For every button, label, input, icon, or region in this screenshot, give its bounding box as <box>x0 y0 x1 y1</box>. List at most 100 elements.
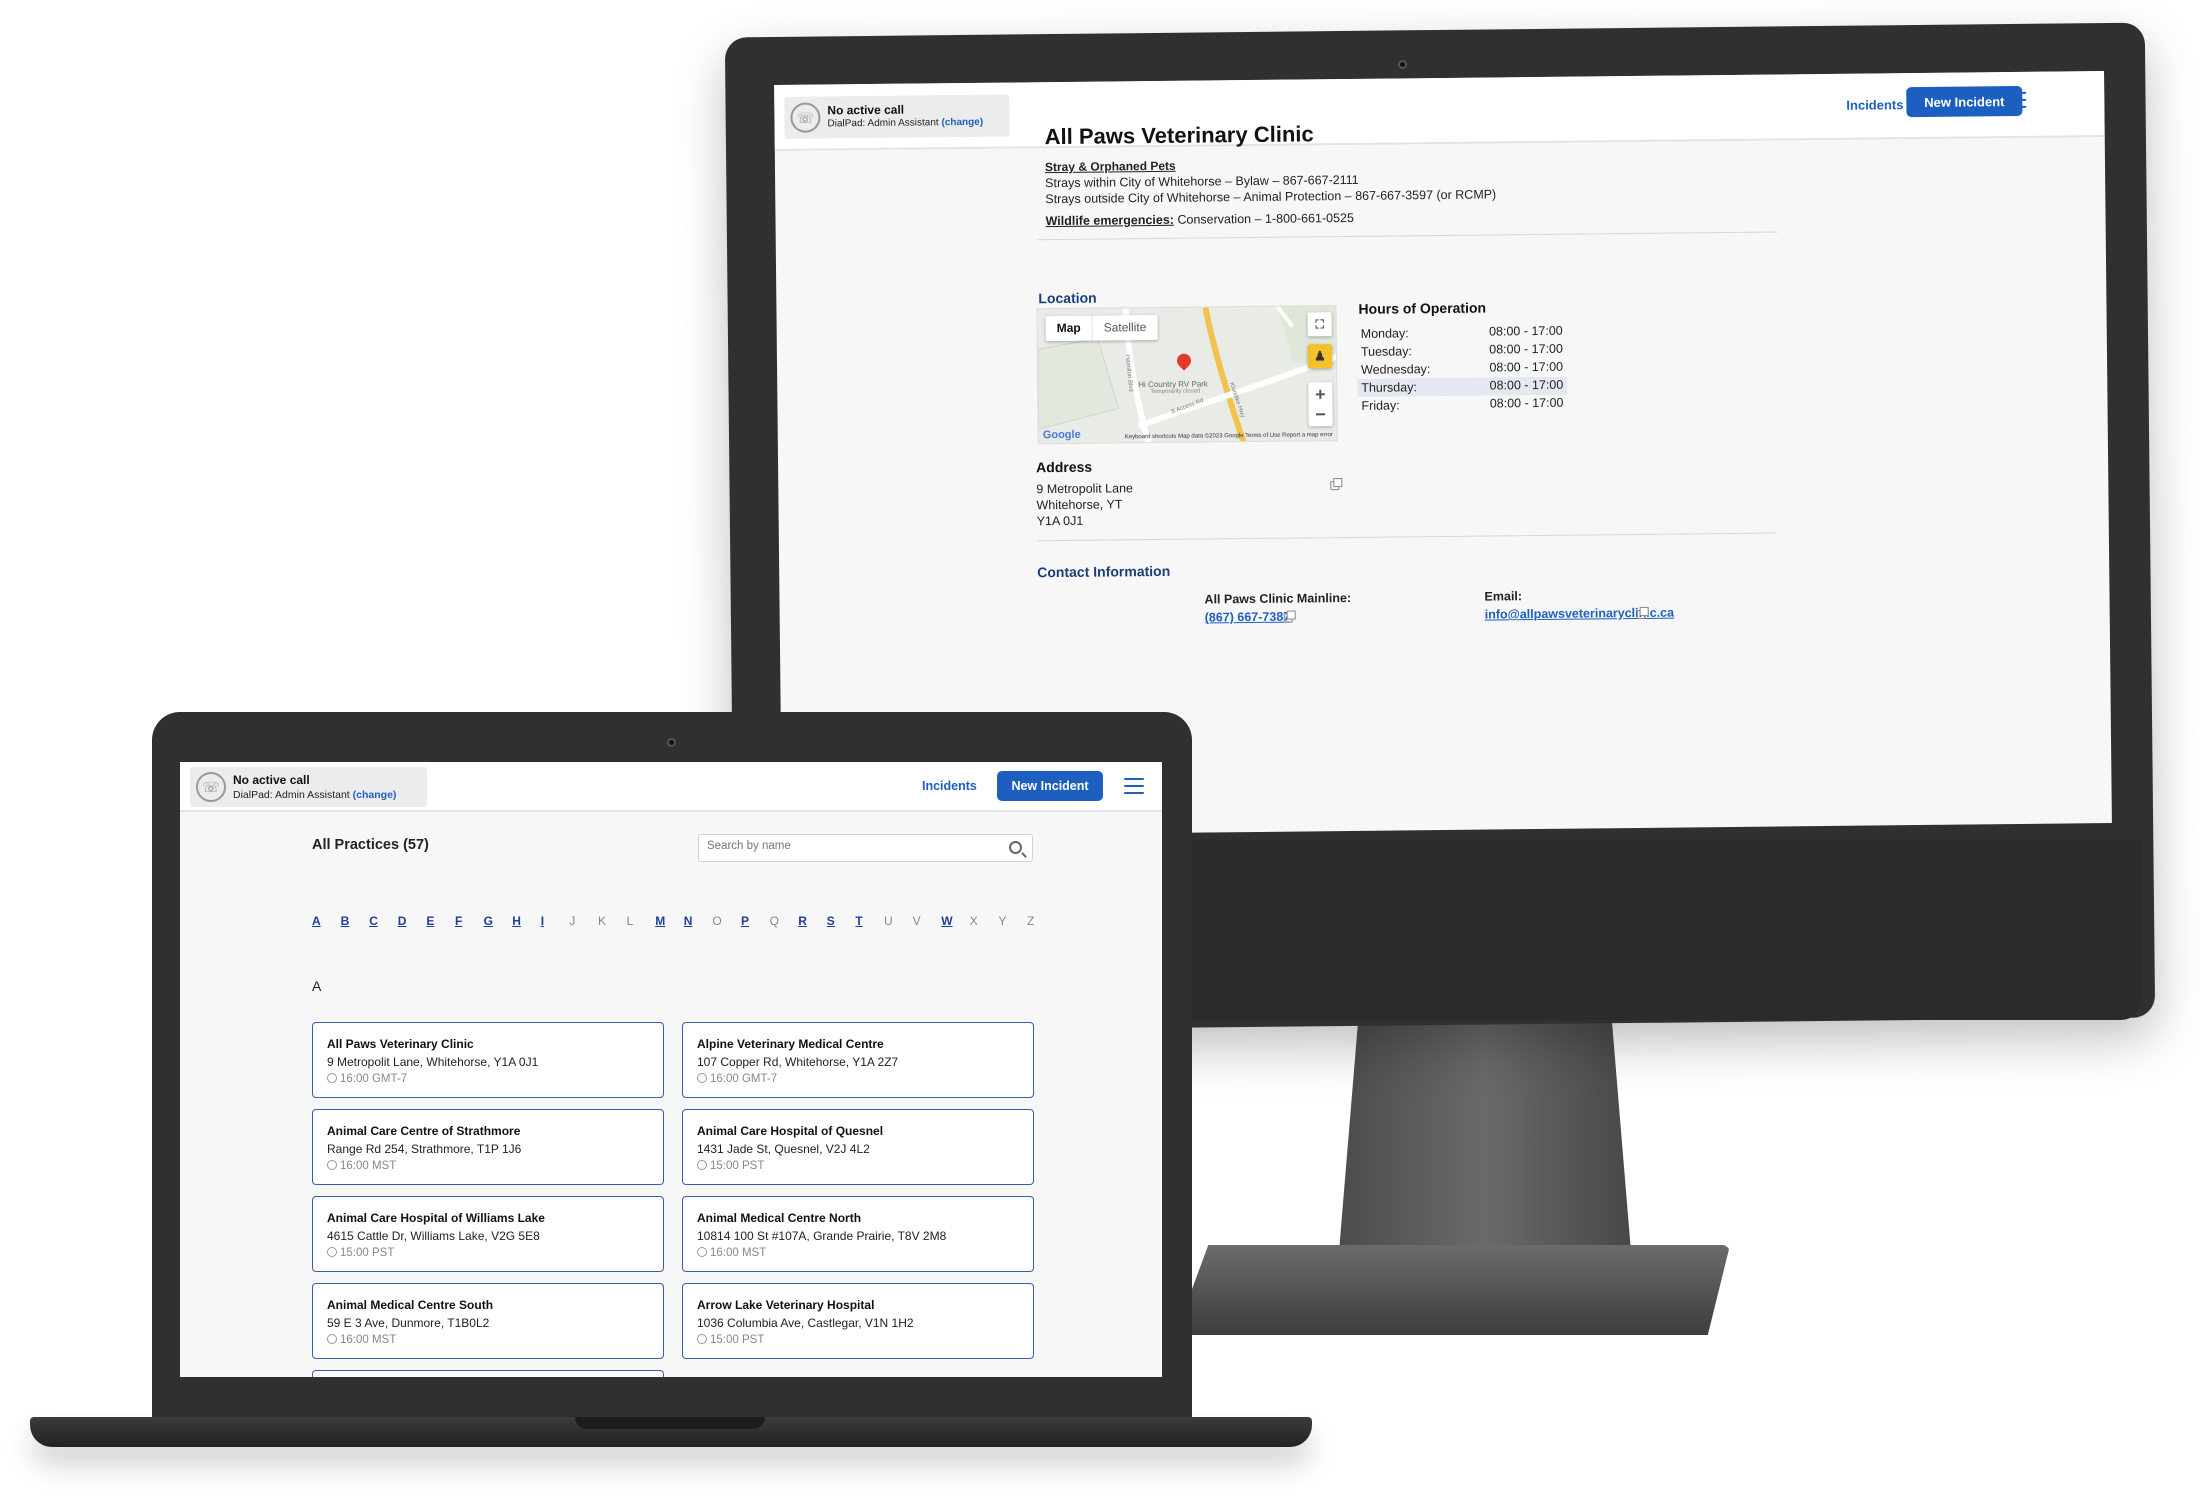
group-letter: A <box>312 978 322 994</box>
stray-heading: Stray & Orphaned Pets <box>1044 158 1176 175</box>
change-link[interactable]: (change) <box>353 789 397 801</box>
alphabet-letter-r[interactable]: R <box>798 914 807 928</box>
incidents-link[interactable]: Incidents <box>922 779 977 793</box>
clock-icon <box>697 1247 707 1257</box>
hours-row: Tuesday: 08:00 - 17:00 <box>1360 341 1563 359</box>
clock-icon <box>697 1073 707 1083</box>
alphabet-letter-d[interactable]: D <box>398 914 407 928</box>
practice-closing-time: 16:00 GMT-7 <box>697 1073 777 1085</box>
practice-name: All Paws Veterinary Clinic <box>327 1037 474 1051</box>
practice-address: 1036 Columbia Ave, Castlegar, V1N 1H2 <box>697 1316 914 1330</box>
copy-icon[interactable] <box>1636 609 1646 619</box>
practice-card[interactable]: Animal Medical Centre North 10814 100 St … <box>682 1196 1034 1272</box>
copy-icon[interactable] <box>1330 481 1340 491</box>
practice-card[interactable]: Alpine Veterinary Medical Centre 107 Copp… <box>682 1022 1034 1098</box>
practice-address: 10814 100 St #107A, Grande Prairie, T8V … <box>697 1229 947 1243</box>
map[interactable]: Map Satellite ⛶ ♟ + − Hi Country RV Park… <box>1036 305 1338 445</box>
new-incident-button[interactable]: New Incident <box>997 771 1103 801</box>
practice-closing-time: 15:00 PST <box>697 1160 764 1172</box>
clock-icon <box>327 1247 337 1257</box>
zoom-controls: + − <box>1308 382 1333 427</box>
alphabet-letter-p[interactable]: P <box>741 914 749 928</box>
alphabet-letter-w[interactable]: W <box>941 914 952 928</box>
contact-heading: Contact Information <box>1037 562 1171 581</box>
practice-closing-time: 16:00 GMT-7 <box>327 1073 407 1085</box>
practice-closing-time: 15:00 PST <box>327 1247 394 1259</box>
practice-card[interactable]: Animal Care Centre of Strathmore Range Rd… <box>312 1109 664 1185</box>
practice-card[interactable]: Arrow Lake Veterinary Hospital 1036 Colum… <box>682 1283 1034 1359</box>
phone-icon: ☏ <box>196 772 226 802</box>
email-label: Email: <box>1484 589 1523 604</box>
wildlife-line: Wildlife emergencies: Conservation – 1-8… <box>1045 210 1355 229</box>
app-header: ☏ No active call DialPad: Admin Assistan… <box>774 71 2105 151</box>
practice-closing-time: 16:00 MST <box>327 1160 396 1172</box>
alphabet-letter-i[interactable]: I <box>541 914 544 928</box>
practice-name: Animal Medical Centre North <box>697 1211 862 1225</box>
address-line: Whitehorse, YT <box>1036 497 1123 513</box>
practice-closing-time: 15:00 PST <box>697 1334 764 1346</box>
alphabet-letter-b[interactable]: B <box>341 914 350 928</box>
practice-address: 4615 Cattle Dr, Williams Lake, V2G 5E8 <box>327 1229 540 1243</box>
hours-row: Monday: 08:00 - 17:00 <box>1360 323 1563 341</box>
zoom-out-icon[interactable]: − <box>1315 404 1326 424</box>
practice-address: 9 Metropolit Lane, Whitehorse, Y1A 0J1 <box>327 1055 539 1069</box>
menu-icon[interactable] <box>1124 778 1144 794</box>
divider <box>1037 231 1778 241</box>
change-link[interactable]: (change) <box>941 117 983 128</box>
address-heading: Address <box>1036 458 1093 476</box>
alphabet-letter-f[interactable]: F <box>455 914 462 928</box>
new-incident-button[interactable]: New Incident <box>1906 85 2023 118</box>
address-line: 9 Metropolit Lane <box>1036 481 1134 497</box>
call-status: ☏ No active call DialPad: Admin Assistan… <box>784 94 1010 139</box>
search-icon[interactable] <box>1009 841 1022 854</box>
alphabet-letter-o: O <box>712 914 722 928</box>
search-field[interactable] <box>698 834 1033 862</box>
alphabet-letter-c[interactable]: C <box>369 914 378 928</box>
clock-icon <box>697 1334 707 1344</box>
map-tab-satellite[interactable]: Satellite <box>1093 315 1158 341</box>
practice-closing-time: 16:00 MST <box>327 1334 396 1346</box>
practice-card[interactable]: Animal Care Hospital of Williams Lake 461… <box>312 1196 664 1272</box>
fullscreen-icon[interactable]: ⛶ <box>1307 312 1332 337</box>
hours-row-today: Thursday: 08:00 - 17:00 <box>1357 376 1568 397</box>
laptop-camera <box>667 738 676 747</box>
alphabet-letter-m[interactable]: M <box>655 914 665 928</box>
divider <box>1036 532 1777 542</box>
alphabet-letter-h[interactable]: H <box>512 914 521 928</box>
app-header: ☏ No active call DialPad: Admin Assistan… <box>180 762 1162 812</box>
stray-line-2: Strays outside City of Whitehorse – Anim… <box>1045 187 1497 207</box>
alphabet-letter-s[interactable]: S <box>827 914 835 928</box>
practice-card[interactable]: All Paws Veterinary Clinic 9 Metropolit L… <box>312 1022 664 1098</box>
practice-name: Animal Care Centre of Strathmore <box>327 1124 521 1138</box>
laptop-screen: ☏ No active call DialPad: Admin Assistan… <box>180 762 1162 1377</box>
alphabet-letter-e[interactable]: E <box>426 914 434 928</box>
search-input[interactable] <box>707 840 987 852</box>
practice-name: Animal Care Hospital of Williams Lake <box>327 1211 545 1225</box>
map-tab-map[interactable]: Map <box>1045 315 1093 342</box>
location-heading: Location <box>1038 289 1097 307</box>
alphabet-letter-t[interactable]: T <box>855 914 862 928</box>
zoom-in-icon[interactable]: + <box>1315 384 1326 404</box>
pegman-icon[interactable]: ♟ <box>1307 344 1333 369</box>
practice-name: Arrow Lake Veterinary Hospital <box>697 1298 875 1312</box>
page-title: All Practices (57) <box>312 837 429 853</box>
menu-icon[interactable] <box>2006 91 2027 109</box>
practice-card[interactable]: Animal Medical Centre South 59 E 3 Ave, D… <box>312 1283 664 1359</box>
address-line: Y1A 0J1 <box>1036 513 1084 529</box>
call-title: No active call <box>827 102 905 118</box>
clock-icon <box>327 1160 337 1170</box>
phone-icon: ☏ <box>790 102 821 133</box>
laptop-notch <box>575 1417 765 1429</box>
practice-card[interactable]: Animal Care Hospital of Quesnel 1431 Jade… <box>682 1109 1034 1185</box>
alphabet-letter-a[interactable]: A <box>312 914 321 928</box>
copy-icon[interactable] <box>1283 613 1293 623</box>
alphabet-letter-j: J <box>569 914 576 928</box>
alphabet-letter-g[interactable]: G <box>484 914 493 928</box>
incidents-link[interactable]: Incidents <box>1846 97 1903 113</box>
practice-name: Animal Medical Centre South <box>327 1298 494 1312</box>
call-title: No active call <box>233 773 310 787</box>
practice-card-partial[interactable] <box>312 1370 664 1377</box>
mainline-link[interactable]: (867) 667-7387 <box>1205 610 1291 625</box>
practice-name: Alpine Veterinary Medical Centre <box>697 1037 884 1051</box>
alphabet-letter-n[interactable]: N <box>684 914 693 928</box>
